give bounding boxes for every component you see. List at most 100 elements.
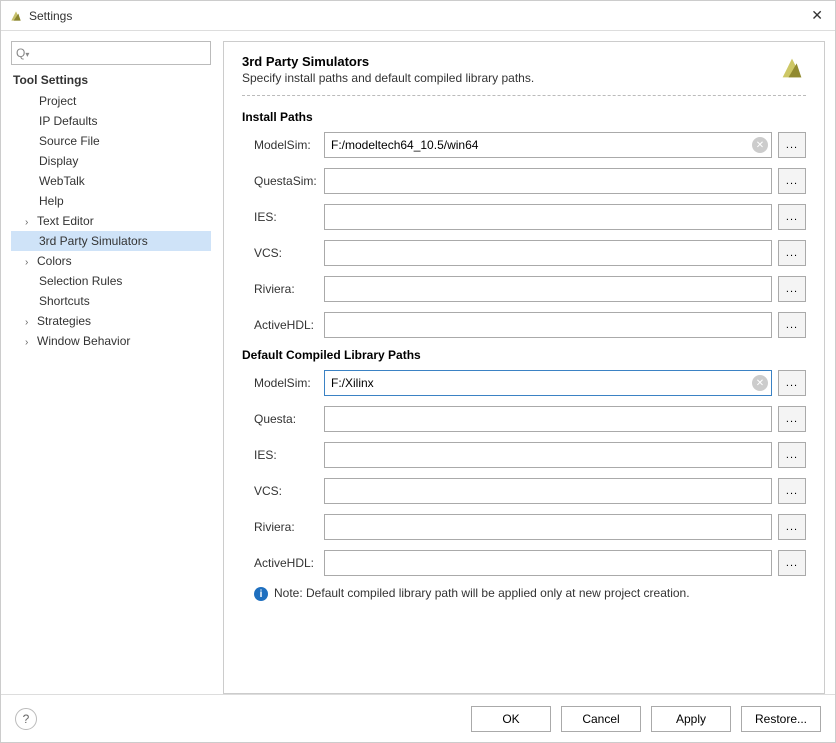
browse-button[interactable]: ... bbox=[778, 478, 806, 504]
browse-button[interactable]: ... bbox=[778, 276, 806, 302]
browse-button[interactable]: ... bbox=[778, 550, 806, 576]
libpath-label: Riviera: bbox=[242, 520, 324, 534]
tree-item-label: Text Editor bbox=[37, 214, 94, 228]
libpath-label: VCS: bbox=[242, 484, 324, 498]
libpath-label: Questa: bbox=[242, 412, 324, 426]
tree-item-colors[interactable]: ›Colors bbox=[11, 251, 211, 271]
page-title: 3rd Party Simulators bbox=[242, 54, 768, 69]
tree-item-label: WebTalk bbox=[39, 174, 85, 188]
tree-item-label: Project bbox=[39, 94, 76, 108]
browse-button[interactable]: ... bbox=[778, 370, 806, 396]
footer: ? OK Cancel Apply Restore... bbox=[1, 694, 835, 742]
install-input[interactable] bbox=[324, 204, 772, 230]
libpath-input[interactable] bbox=[324, 442, 772, 468]
tree-item-label: Shortcuts bbox=[39, 294, 90, 308]
main-area: Q▾ Tool Settings Project IP Defaults Sourc… bbox=[1, 31, 835, 694]
chevron-right-icon: › bbox=[25, 337, 35, 348]
libpath-row: ActiveHDL:... bbox=[242, 550, 806, 576]
tree-item-label: IP Defaults bbox=[39, 114, 97, 128]
browse-button[interactable]: ... bbox=[778, 442, 806, 468]
close-icon[interactable]: ✕ bbox=[807, 7, 827, 24]
settings-tree: Tool Settings Project IP Defaults Source F… bbox=[11, 69, 211, 694]
browse-button[interactable]: ... bbox=[778, 240, 806, 266]
libpath-label: IES: bbox=[242, 448, 324, 462]
brand-icon bbox=[778, 54, 806, 82]
libpath-input[interactable] bbox=[324, 478, 772, 504]
libpath-row: VCS:... bbox=[242, 478, 806, 504]
install-row: QuestaSim:... bbox=[242, 168, 806, 194]
install-row: ActiveHDL:... bbox=[242, 312, 806, 338]
tree-item-label: 3rd Party Simulators bbox=[39, 234, 148, 248]
libpath-input[interactable] bbox=[324, 550, 772, 576]
browse-button[interactable]: ... bbox=[778, 132, 806, 158]
libpath-input[interactable] bbox=[324, 514, 772, 540]
libpath-row: Riviera:... bbox=[242, 514, 806, 540]
tree-item-strategies[interactable]: ›Strategies bbox=[11, 311, 211, 331]
tree-item-3rd-party-simulators[interactable]: 3rd Party Simulators bbox=[11, 231, 211, 251]
tree-item-label: Window Behavior bbox=[37, 334, 130, 348]
chevron-right-icon: › bbox=[25, 257, 35, 268]
apply-button[interactable]: Apply bbox=[651, 706, 731, 732]
search-box[interactable]: Q▾ bbox=[11, 41, 211, 65]
install-label: QuestaSim: bbox=[242, 174, 324, 188]
tree-item-ip-defaults[interactable]: IP Defaults bbox=[11, 111, 211, 131]
install-input[interactable] bbox=[324, 312, 772, 338]
tree-item-label: Source File bbox=[39, 134, 100, 148]
install-input[interactable] bbox=[324, 240, 772, 266]
tree-item-help[interactable]: Help bbox=[11, 191, 211, 211]
chevron-right-icon: › bbox=[25, 317, 35, 328]
install-label: ActiveHDL: bbox=[242, 318, 324, 332]
tree-item-window-behavior[interactable]: ›Window Behavior bbox=[11, 331, 211, 351]
install-row: ModelSim: ✕... bbox=[242, 132, 806, 158]
libpath-row: ModelSim: ✕... bbox=[242, 370, 806, 396]
browse-button[interactable]: ... bbox=[778, 514, 806, 540]
tree-item-label: Selection Rules bbox=[39, 274, 122, 288]
browse-button[interactable]: ... bbox=[778, 204, 806, 230]
note-row: i Note: Default compiled library path wi… bbox=[254, 586, 806, 601]
install-label: ModelSim: bbox=[242, 138, 324, 152]
install-input[interactable] bbox=[324, 132, 772, 158]
install-paths-heading: Install Paths bbox=[242, 110, 806, 124]
clear-icon[interactable]: ✕ bbox=[752, 137, 768, 153]
window-title: Settings bbox=[29, 9, 807, 23]
tree-item-selection-rules[interactable]: Selection Rules bbox=[11, 271, 211, 291]
install-label: IES: bbox=[242, 210, 324, 224]
tree-item-label: Colors bbox=[37, 254, 72, 268]
install-row: IES:... bbox=[242, 204, 806, 230]
install-input[interactable] bbox=[324, 276, 772, 302]
tree-item-project[interactable]: Project bbox=[11, 91, 211, 111]
install-row: Riviera:... bbox=[242, 276, 806, 302]
content-panel: 3rd Party Simulators Specify install pat… bbox=[223, 41, 825, 694]
tree-item-label: Help bbox=[39, 194, 64, 208]
libpath-input[interactable] bbox=[324, 406, 772, 432]
tree-heading: Tool Settings bbox=[11, 69, 211, 91]
app-icon bbox=[9, 9, 23, 23]
lib-paths-heading: Default Compiled Library Paths bbox=[242, 348, 806, 362]
title-bar: Settings ✕ bbox=[1, 1, 835, 31]
search-input[interactable] bbox=[16, 46, 206, 60]
install-label: Riviera: bbox=[242, 282, 324, 296]
libpath-row: IES:... bbox=[242, 442, 806, 468]
tree-item-display[interactable]: Display bbox=[11, 151, 211, 171]
install-input[interactable] bbox=[324, 168, 772, 194]
tree-item-label: Strategies bbox=[37, 314, 91, 328]
tree-item-text-editor[interactable]: ›Text Editor bbox=[11, 211, 211, 231]
browse-button[interactable]: ... bbox=[778, 312, 806, 338]
browse-button[interactable]: ... bbox=[778, 168, 806, 194]
tree-item-source-file[interactable]: Source File bbox=[11, 131, 211, 151]
browse-button[interactable]: ... bbox=[778, 406, 806, 432]
tree-item-shortcuts[interactable]: Shortcuts bbox=[11, 291, 211, 311]
info-icon: i bbox=[254, 587, 268, 601]
install-row: VCS:... bbox=[242, 240, 806, 266]
tree-item-webtalk[interactable]: WebTalk bbox=[11, 171, 211, 191]
clear-icon[interactable]: ✕ bbox=[752, 375, 768, 391]
help-button[interactable]: ? bbox=[15, 708, 37, 730]
libpath-input[interactable] bbox=[324, 370, 772, 396]
search-icon: Q▾ bbox=[16, 46, 30, 60]
ok-button[interactable]: OK bbox=[471, 706, 551, 732]
libpath-label: ModelSim: bbox=[242, 376, 324, 390]
cancel-button[interactable]: Cancel bbox=[561, 706, 641, 732]
restore-button[interactable]: Restore... bbox=[741, 706, 821, 732]
libpath-label: ActiveHDL: bbox=[242, 556, 324, 570]
sidebar: Q▾ Tool Settings Project IP Defaults Sourc… bbox=[11, 41, 211, 694]
